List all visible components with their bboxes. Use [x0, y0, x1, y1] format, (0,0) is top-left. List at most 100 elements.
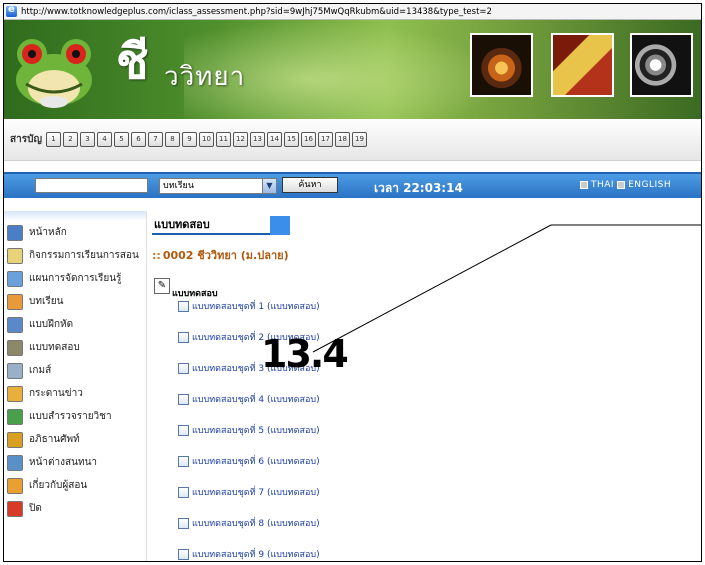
home-icon [7, 224, 23, 241]
bullet-icon: :: [152, 249, 161, 262]
sidebar-item[interactable]: อภิธานศัพท์ [4, 428, 146, 451]
test-link-label[interactable]: แบบทดสอบชุดที่ 9 (แบบทดสอบ) [192, 547, 320, 561]
test-link-label[interactable]: แบบทดสอบชุดที่ 7 (แบบทดสอบ) [192, 485, 320, 499]
sidebar-item-label: หน้าหลัก [29, 227, 67, 238]
toc-chapter-button[interactable]: 13 [249, 132, 265, 147]
test-link[interactable]: แบบทดสอบชุดที่ 8 (แบบทดสอบ) [178, 516, 320, 530]
toc-chapter-button[interactable]: 6 [130, 132, 146, 147]
toc-chapter-button[interactable]: 11 [215, 132, 231, 147]
toc-chapter-button[interactable]: 1 [45, 132, 61, 147]
clock-text: เวลา 22:03:14 [374, 181, 463, 195]
toc-chapter-button[interactable]: 10 [198, 132, 214, 147]
spacer [4, 161, 701, 172]
test-link-label[interactable]: แบบทดสอบชุดที่ 5 (แบบทดสอบ) [192, 423, 320, 437]
sidebar-item-label: อภิธานศัพท์ [29, 434, 80, 445]
activity-icon [7, 247, 23, 264]
test-icon [7, 339, 23, 356]
sidebar-item-label: แบบสำรวจรายวิชา [29, 411, 112, 422]
test-link[interactable]: แบบทดสอบชุดที่ 9 (แบบทดสอบ) [178, 547, 320, 561]
toc-chapter-button[interactable]: 14 [266, 132, 282, 147]
toc-chapter-button[interactable]: 15 [283, 132, 299, 147]
search-input[interactable] [35, 178, 148, 193]
search-category-select[interactable]: บทเรียน ▼ [159, 178, 277, 194]
board-icon [7, 385, 23, 402]
banner-photo-microscope [630, 33, 693, 97]
thai-flag-icon[interactable] [580, 181, 588, 189]
sidebar-item[interactable]: แบบสำรวจรายวิชา [4, 405, 146, 428]
toc-chapter-button[interactable]: 7 [147, 132, 163, 147]
game-icon [7, 362, 23, 379]
lang-english-link[interactable]: ENGLISH [628, 180, 671, 190]
chevron-down-icon[interactable]: ▼ [262, 179, 276, 193]
toc-chapter-button[interactable]: 12 [232, 132, 248, 147]
sidebar-item-label: เกมส์ [29, 365, 52, 376]
sidebar-item[interactable]: กิจกรรมการเรียนการสอน [4, 244, 146, 267]
document-icon [178, 331, 189, 343]
chat-icon [7, 454, 23, 471]
toc-number-list: 1 2 3 4 5 6 7 8 9 10 11 12 13 14 15 16 17 18 19 [45, 132, 369, 147]
sidebar-item[interactable]: เกมส์ [4, 359, 146, 382]
test-link[interactable]: แบบทดสอบชุดที่ 5 (แบบทดสอบ) [178, 423, 320, 437]
test-link[interactable]: แบบทดสอบชุดที่ 1 (แบบทดสอบ) [178, 299, 320, 313]
test-link[interactable]: แบบทดสอบชุดที่ 6 (แบบทดสอบ) [178, 454, 320, 468]
test-link-label[interactable]: แบบทดสอบชุดที่ 1 (แบบทดสอบ) [192, 299, 320, 313]
banner-photo-cells [551, 33, 614, 97]
sidebar-item[interactable]: แบบทดสอบ [4, 336, 146, 359]
site-banner: ชี ววิทยา [4, 20, 701, 119]
sidebar-item[interactable]: หน้าต่างสนทนา [4, 451, 146, 474]
toc-chapter-button[interactable]: 8 [164, 132, 180, 147]
document-icon [178, 362, 189, 374]
toc-chapter-button[interactable]: 16 [300, 132, 316, 147]
test-link[interactable]: แบบทดสอบชุดที่ 7 (แบบทดสอบ) [178, 485, 320, 499]
sidebar-item[interactable]: บทเรียน [4, 290, 146, 313]
toc-bar: สารบัญ 1 2 3 4 5 6 7 8 9 10 11 12 13 14 15 16 17 18 19 [4, 119, 701, 161]
toc-chapter-button[interactable]: 18 [334, 132, 350, 147]
language-switch: THAI ENGLISH [580, 180, 671, 190]
browser-icon [6, 4, 17, 17]
title-accent [270, 216, 290, 235]
document-icon [178, 455, 189, 467]
teacher-icon [7, 477, 23, 494]
document-icon [178, 393, 189, 405]
toc-chapter-button[interactable]: 9 [181, 132, 197, 147]
sidebar-item-label: หน้าต่างสนทนา [29, 457, 98, 468]
document-icon [178, 517, 189, 529]
section-label: แบบทดสอบ [172, 289, 218, 299]
test-link-label[interactable]: แบบทดสอบชุดที่ 8 (แบบทดสอบ) [192, 516, 320, 530]
test-link[interactable]: แบบทดสอบชุดที่ 4 (แบบทดสอบ) [178, 392, 320, 406]
sidebar-item[interactable]: ปิด [4, 497, 146, 520]
page-title: แบบทดสอบ [152, 216, 270, 235]
document-icon [178, 424, 189, 436]
search-button[interactable]: ค้นหา [282, 177, 338, 193]
sidebar-item-label: เกี่ยวกับผู้สอน [29, 480, 88, 491]
sidebar-item-label: บทเรียน [29, 296, 64, 307]
sidebar-item-label: ปิด [29, 503, 42, 514]
edit-note-icon: ✎ [154, 278, 170, 294]
test-link-label[interactable]: แบบทดสอบชุดที่ 6 (แบบทดสอบ) [192, 454, 320, 468]
toc-chapter-button[interactable]: 19 [351, 132, 367, 147]
toc-chapter-button[interactable]: 5 [113, 132, 129, 147]
english-flag-icon[interactable] [617, 181, 626, 189]
toc-chapter-button[interactable]: 3 [79, 132, 95, 147]
test-link-label[interactable]: แบบทดสอบชุดที่ 4 (แบบทดสอบ) [192, 392, 320, 406]
lang-thai-link[interactable]: THAI [591, 180, 614, 190]
sidebar-item-label: กิจกรรมการเรียนการสอน [29, 250, 139, 261]
toc-chapter-button[interactable]: 17 [317, 132, 333, 147]
toc-chapter-button[interactable]: 2 [62, 132, 78, 147]
logo-letter: ชี [116, 34, 149, 90]
sidebar-item[interactable]: แผนการจัดการเรียนรู้ [4, 267, 146, 290]
search-category-value: บทเรียน [163, 181, 194, 191]
toc-chapter-button[interactable]: 4 [96, 132, 112, 147]
glossary-icon [7, 431, 23, 448]
lesson-icon [7, 293, 23, 310]
sidebar-item[interactable]: กระดานข่าว [4, 382, 146, 405]
sidebar-item[interactable]: แบบฝึกหัด [4, 313, 146, 336]
sidebar-item[interactable]: หน้าหลัก [4, 221, 146, 244]
sidebar-item[interactable]: เกี่ยวกับผู้สอน [4, 474, 146, 497]
close-icon [7, 500, 23, 517]
document-icon [178, 486, 189, 498]
address-bar[interactable]: http://www.totknowledgeplus.com/iclass_a… [4, 4, 701, 20]
top-toolbar: บทเรียน ▼ ค้นหา เวลา 22:03:14 THAI ENGLI… [4, 172, 701, 198]
browser-frame: http://www.totknowledgeplus.com/iclass_a… [3, 3, 702, 562]
address-url[interactable]: http://www.totknowledgeplus.com/iclass_a… [21, 7, 492, 17]
